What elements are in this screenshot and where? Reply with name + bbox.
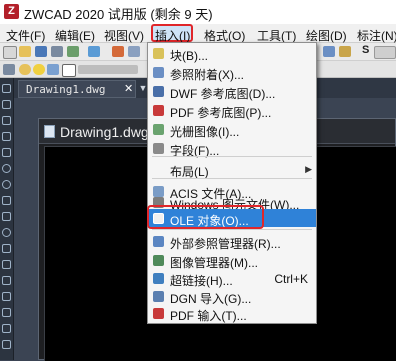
menu-item-layout[interactable]: 布局(L) ▶: [148, 160, 316, 179]
menu-file[interactable]: 文件(F): [6, 27, 45, 44]
tool-palette-icon[interactable]: [339, 46, 351, 57]
insert-block-icon[interactable]: [2, 260, 11, 269]
menu-separator: [152, 178, 312, 179]
open-folder-icon[interactable]: [19, 46, 31, 57]
ellipse-arc-icon[interactable]: [2, 244, 11, 253]
gradient-icon[interactable]: [2, 324, 11, 333]
menu-item-block[interactable]: 块(B)...: [148, 44, 316, 63]
menu-item-xref-attach[interactable]: 参照附着(X)...: [148, 63, 316, 82]
menu-edit[interactable]: 编辑(E): [55, 27, 95, 44]
window-title: ZWCAD 2020 试用版 (剩余 9 天): [24, 7, 213, 22]
menu-separator: [152, 156, 312, 157]
publish-icon[interactable]: [88, 46, 100, 57]
menu-item-label: DWF 参考底图(D)...: [170, 87, 276, 101]
menu-item-pdf-import[interactable]: PDF 输入(T)...: [148, 304, 316, 323]
pdf-icon: [153, 105, 164, 116]
layer-on-icon[interactable]: [19, 64, 31, 75]
menu-item-hyperlink[interactable]: 超链接(H)... Ctrl+K: [148, 269, 316, 288]
zwcad-logo-icon: Z: [4, 4, 19, 19]
pdf-import-icon: [153, 308, 164, 319]
region-icon[interactable]: [2, 340, 11, 349]
menu-dimension[interactable]: 标注(N): [357, 27, 396, 44]
polygon-icon[interactable]: [2, 132, 11, 141]
menu-item-label: PDF 参考底图(P)...: [170, 106, 272, 120]
xref-manager-icon: [153, 236, 164, 247]
tab-close-icon[interactable]: ✕: [124, 82, 133, 95]
construction-line-icon[interactable]: [2, 100, 11, 109]
menu-item-shortcut: Ctrl+K: [274, 272, 308, 286]
ellipse-icon[interactable]: [2, 228, 11, 237]
layer-color-icon[interactable]: [62, 64, 76, 77]
hatch-icon[interactable]: [2, 308, 11, 317]
menu-item-image-manager[interactable]: 图像管理器(M)...: [148, 251, 316, 270]
point-icon[interactable]: [2, 292, 11, 301]
menu-separator: [152, 229, 312, 230]
copy-icon[interactable]: [128, 46, 140, 57]
text-style-label[interactable]: S: [362, 44, 369, 56]
cut-icon[interactable]: [112, 46, 124, 57]
revision-cloud-icon[interactable]: [2, 196, 11, 205]
layer-freeze-icon[interactable]: [33, 64, 45, 75]
menu-view[interactable]: 视图(V): [104, 27, 144, 44]
menu-item-label: 光栅图像(I)...: [170, 125, 240, 139]
preview-icon[interactable]: [67, 46, 79, 57]
polyline-icon[interactable]: [2, 116, 11, 125]
drawing-window-title: Drawing1.dwg: [60, 124, 149, 140]
circle-icon[interactable]: [2, 180, 11, 189]
menu-item-dwf-underlay[interactable]: DWF 参考底图(D)...: [148, 82, 316, 101]
layer-manager-icon[interactable]: [3, 64, 15, 75]
layer-dropdown[interactable]: [78, 65, 138, 74]
menu-item-raster-image[interactable]: 光栅图像(I)...: [148, 120, 316, 139]
menu-item-xref-manager[interactable]: 外部参照管理器(R)...: [148, 232, 316, 251]
properties-icon[interactable]: [323, 46, 335, 57]
hyperlink-icon: [153, 273, 164, 284]
menu-item-pdf-underlay[interactable]: PDF 参考底图(P)...: [148, 101, 316, 120]
raster-image-icon: [153, 124, 164, 135]
text-style-dropdown[interactable]: [374, 46, 396, 59]
draw-toolbar: [0, 78, 14, 360]
submenu-arrow-icon: ▶: [305, 164, 312, 174]
save-icon[interactable]: [35, 46, 47, 57]
dgn-icon: [153, 291, 164, 302]
spline-icon[interactable]: [2, 212, 11, 221]
make-block-icon[interactable]: [2, 276, 11, 285]
menu-item-label: 参照附着(X)...: [170, 68, 244, 82]
dwf-icon: [153, 86, 164, 97]
rectangle-icon[interactable]: [2, 148, 11, 157]
field-icon: [153, 143, 164, 154]
menu-item-label: 块(B)...: [170, 49, 208, 63]
xref-attach-icon: [153, 67, 164, 78]
image-manager-icon: [153, 255, 164, 266]
ole-annotation-highlight: [147, 205, 264, 229]
layer-lock-icon[interactable]: [47, 64, 59, 75]
line-icon[interactable]: [2, 84, 11, 93]
block-icon: [153, 48, 164, 59]
menu-item-label: 外部参照管理器(R)...: [170, 237, 281, 251]
print-icon[interactable]: [51, 46, 63, 57]
new-file-icon[interactable]: [3, 46, 17, 59]
arc-icon[interactable]: [2, 164, 11, 173]
document-tab-label: Drawing1.dwg: [26, 83, 106, 96]
menu-item-label: PDF 输入(T)...: [170, 309, 247, 323]
drawing-file-icon: [44, 125, 55, 138]
